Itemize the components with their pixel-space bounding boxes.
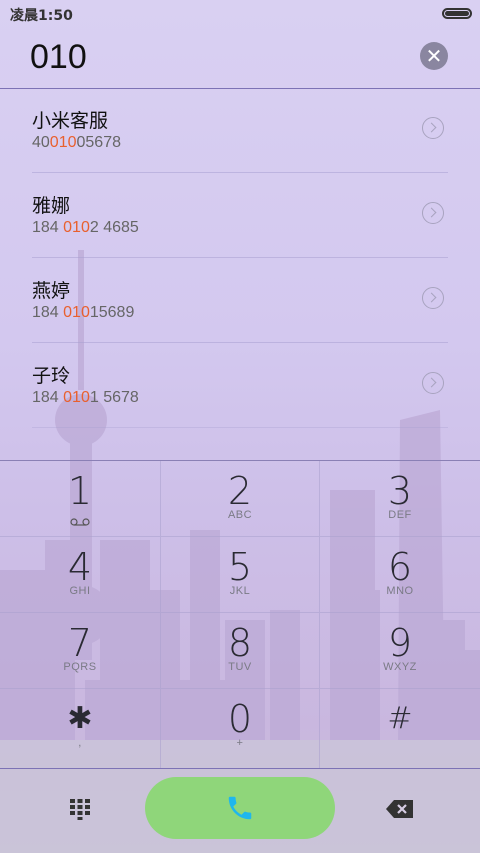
key-hash[interactable]: #: [320, 689, 480, 768]
contact-number: 184 0101 5678: [32, 389, 139, 406]
chevron-right-icon[interactable]: [422, 202, 444, 224]
dialpad-grid-icon[interactable]: [68, 797, 92, 821]
clear-number-button[interactable]: ✕: [420, 42, 448, 70]
keypad-row: 7 PQRS 8 TUV 9 WXYZ: [0, 613, 480, 689]
status-time: 凌晨1:50: [10, 8, 73, 24]
keypad-row: 1 2 ABC 3 DEF: [0, 461, 480, 537]
contact-item[interactable]: 小米客服 4001005678: [32, 88, 448, 173]
status-bar: 凌晨1:50: [0, 0, 480, 28]
dialed-number-bar: 010 ✕: [0, 28, 480, 89]
close-circle-icon: ✕: [425, 44, 443, 68]
keypad-row: 4 GHI 5 JKL 6 MNO: [0, 537, 480, 613]
contact-item[interactable]: 燕婷 184 01015689: [32, 258, 448, 343]
contact-name: 小米客服: [32, 110, 109, 132]
chevron-right-icon[interactable]: [422, 287, 444, 309]
contact-name: 子玲: [32, 365, 71, 387]
key-9[interactable]: 9 WXYZ: [320, 613, 480, 688]
call-button[interactable]: [145, 777, 335, 839]
key-6[interactable]: 6 MNO: [320, 537, 480, 612]
battery-icon: [442, 8, 472, 19]
contact-name: 雅娜: [32, 195, 71, 217]
contact-results-list: 小米客服 4001005678 雅娜 184 0102 4685 燕婷 184 …: [0, 88, 480, 428]
key-0[interactable]: 0 +: [160, 689, 320, 768]
phone-icon: [228, 796, 252, 820]
contact-number: 184 01015689: [32, 304, 135, 321]
key-4[interactable]: 4 GHI: [0, 537, 160, 612]
contact-item[interactable]: 子玲 184 0101 5678: [32, 343, 448, 428]
key-5[interactable]: 5 JKL: [160, 537, 320, 612]
chevron-right-icon[interactable]: [422, 372, 444, 394]
key-7[interactable]: 7 PQRS: [0, 613, 160, 688]
backspace-icon[interactable]: [385, 799, 415, 819]
contact-item[interactable]: 雅娜 184 0102 4685: [32, 173, 448, 258]
key-1[interactable]: 1: [0, 461, 160, 536]
chevron-right-icon[interactable]: [422, 117, 444, 139]
key-star[interactable]: ✱ ,: [0, 689, 160, 768]
dial-keypad: 1 2 ABC 3 DEF 4 GHI 5 JKL 6 MNO 7 PQRS 8…: [0, 460, 480, 769]
contact-number: 4001005678: [32, 134, 121, 151]
dialed-number: 010: [30, 38, 87, 76]
key-8[interactable]: 8 TUV: [160, 613, 320, 688]
voicemail-icon: [70, 518, 90, 526]
key-3[interactable]: 3 DEF: [320, 461, 480, 536]
keypad-row: ✱ , 0 + #: [0, 689, 480, 769]
dialer-action-bar: [0, 764, 480, 853]
key-2[interactable]: 2 ABC: [160, 461, 320, 536]
contact-number: 184 0102 4685: [32, 219, 139, 236]
contact-name: 燕婷: [32, 280, 71, 302]
